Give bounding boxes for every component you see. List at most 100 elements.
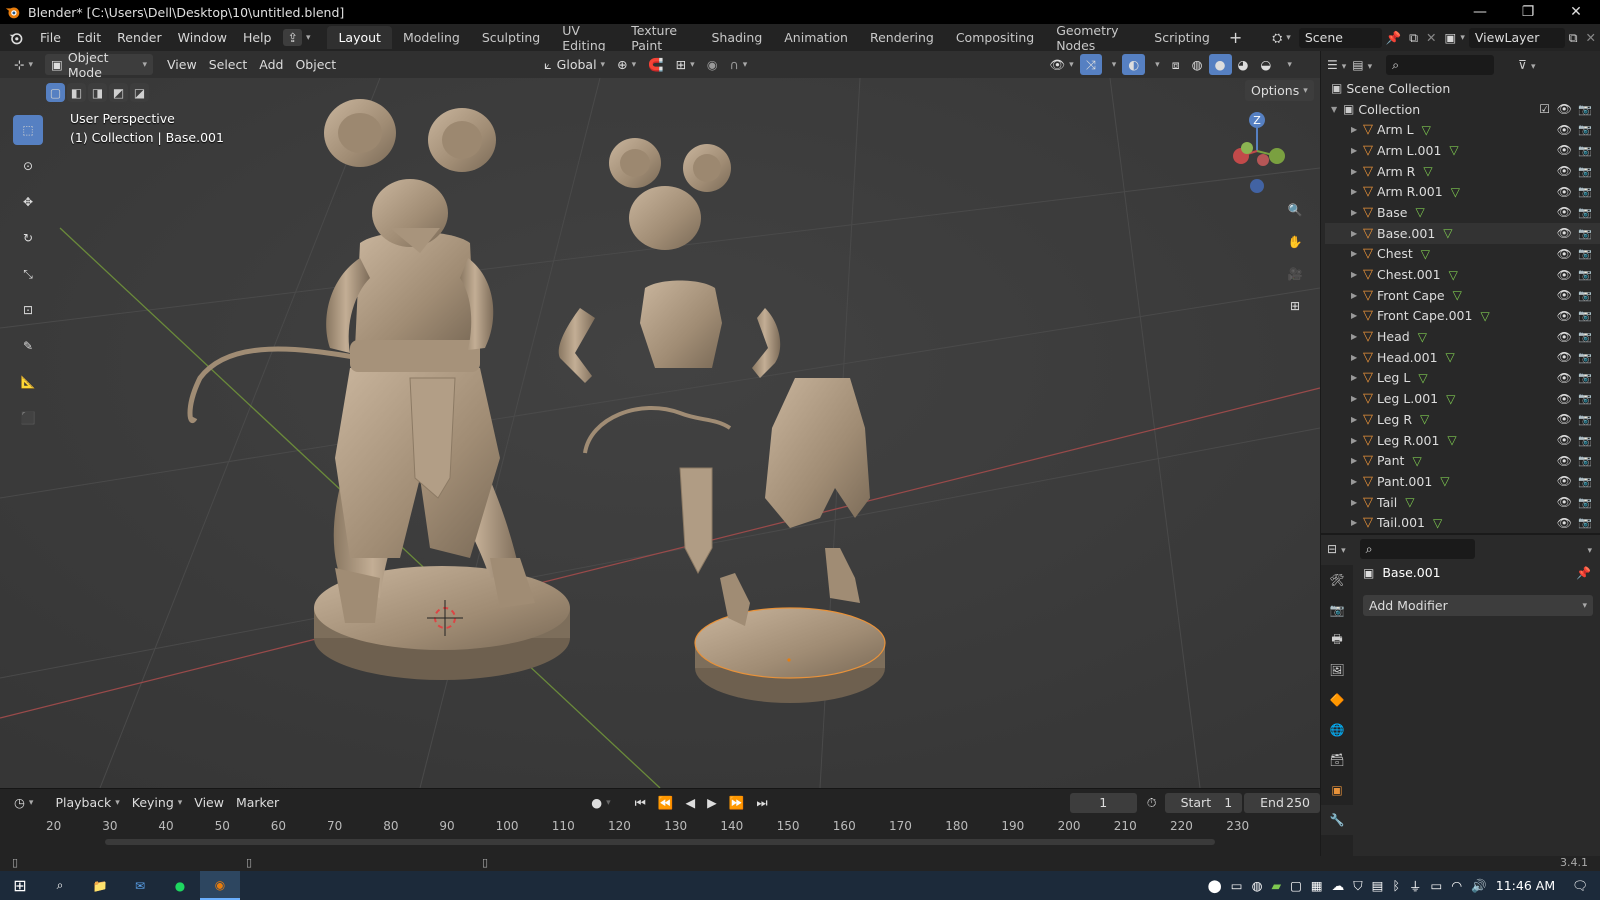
outliner-item[interactable]: ▶ ▽ Arm R.001 ▽ 👁 📷 — [1325, 181, 1600, 202]
outliner-item[interactable]: ▶ ▽ Arm R ▽ 👁 📷 — [1325, 161, 1600, 182]
scene-name-field[interactable]: Scene — [1298, 27, 1382, 48]
tab-compositing[interactable]: Compositing — [945, 26, 1045, 49]
menu-timeline-view[interactable]: View — [188, 792, 230, 813]
properties-options-icon[interactable]: ▾ — [1583, 542, 1592, 556]
gizmo-dropdown-icon[interactable]: ▾ — [1102, 54, 1123, 75]
render-camera-icon[interactable]: 📷 — [1578, 268, 1592, 281]
eye-icon[interactable]: 👁 — [1557, 164, 1572, 178]
pivot-point-icon[interactable]: ⊕ ▾ — [611, 54, 642, 75]
render-camera-icon[interactable]: 📷 — [1578, 496, 1592, 509]
expand-arrow-icon[interactable]: ▶ — [1351, 270, 1363, 279]
prev-keyframe-icon[interactable]: ⏪ — [652, 792, 680, 813]
minimize-button[interactable]: — — [1456, 0, 1504, 24]
blender-menu-icon[interactable] — [0, 24, 32, 51]
outliner-item[interactable]: ▶ ▽ Leg L ▽ 👁 📷 — [1325, 368, 1600, 389]
delete-view-layer-icon[interactable]: ✕ — [1582, 24, 1600, 51]
expand-arrow-icon[interactable]: ▶ — [1351, 518, 1363, 527]
render-tab-icon[interactable]: 📷 — [1321, 595, 1353, 625]
render-camera-icon[interactable]: 📷 — [1578, 227, 1592, 240]
render-camera-icon[interactable]: 📷 — [1578, 289, 1592, 302]
outliner-item[interactable]: ▶ ▽ Tail.001 ▽ 👁 📷 — [1325, 512, 1600, 533]
current-frame-field[interactable]: 1 — [1069, 792, 1137, 813]
outliner-item[interactable]: ▶ ▽ Arm L ▽ 👁 📷 — [1325, 119, 1600, 140]
outliner-item[interactable]: ▶ ▽ Pant.001 ▽ 👁 📷 — [1325, 471, 1600, 492]
select-invert-icon[interactable]: ◩ — [109, 83, 128, 102]
outliner-item[interactable]: ▶ ▽ Leg L.001 ▽ 👁 📷 — [1325, 388, 1600, 409]
scale-tool-icon[interactable]: ⤡ — [13, 259, 43, 289]
eye-icon[interactable]: 👁 — [1557, 247, 1572, 261]
tab-scripting[interactable]: Scripting — [1143, 26, 1221, 49]
timeline-scrollbar[interactable] — [105, 839, 1215, 845]
eye-icon[interactable]: 👁 — [1557, 454, 1572, 468]
add-workspace-icon[interactable]: + — [1221, 24, 1250, 51]
tray-cloud-icon[interactable]: ☁ — [1332, 878, 1345, 893]
expand-arrow-icon[interactable]: ▶ — [1351, 373, 1363, 382]
menu-object[interactable]: Object — [289, 54, 342, 75]
collection-row[interactable]: ▼ ▣ Collection ☑ 👁 📷 — [1325, 99, 1600, 120]
gizmo-toggle-icon[interactable]: ⤨ — [1079, 54, 1102, 75]
record-icon[interactable]: ● ▾ — [585, 792, 616, 813]
mesh-data-icon[interactable]: ▽ — [1449, 268, 1458, 282]
render-camera-icon[interactable]: 📷 — [1578, 330, 1592, 343]
mesh-data-icon[interactable]: ▽ — [1480, 309, 1489, 323]
tab-texture-paint[interactable]: Texture Paint — [620, 23, 700, 53]
wifi-icon[interactable]: ◠ — [1451, 878, 1462, 893]
eye-icon[interactable]: 👁 — [1557, 185, 1572, 199]
notifications-icon[interactable]: 🗨 — [1572, 878, 1588, 894]
visibility-icon[interactable]: 👁 ▾ — [1043, 54, 1079, 75]
new-view-layer-icon[interactable]: ⧉ — [1565, 24, 1582, 51]
shading-material-icon[interactable]: ◕ — [1232, 54, 1255, 75]
tab-sculpting[interactable]: Sculpting — [471, 26, 551, 49]
start-frame-field[interactable]: Start 1 — [1164, 792, 1243, 813]
menu-window[interactable]: Window — [170, 24, 235, 51]
world-tab-icon[interactable]: 🌐 — [1321, 715, 1353, 745]
view-layer-tab-icon[interactable]: 🖼 — [1321, 655, 1353, 685]
shading-solid-icon[interactable]: ● — [1208, 54, 1232, 75]
render-camera-icon[interactable]: 📷 — [1578, 475, 1592, 488]
close-button[interactable]: ✕ — [1552, 0, 1600, 24]
mesh-data-icon[interactable]: ▽ — [1433, 516, 1442, 530]
eye-icon[interactable]: 👁 — [1557, 516, 1572, 530]
select-new-icon[interactable]: ▢ — [46, 83, 65, 102]
render-camera-icon[interactable]: 📷 — [1578, 165, 1592, 178]
camera-view-icon[interactable]: 🎥 — [1283, 262, 1307, 286]
render-camera-icon[interactable]: 📷 — [1578, 351, 1592, 364]
tray-shield-icon[interactable]: ⛉ — [1353, 878, 1362, 894]
outliner-search-input[interactable]: ⌕ — [1386, 54, 1495, 75]
tab-modeling[interactable]: Modeling — [392, 26, 471, 49]
expand-arrow-icon[interactable]: ▶ — [1351, 187, 1363, 196]
expand-arrow-icon[interactable]: ▶ — [1351, 353, 1363, 362]
transform-tool-icon[interactable]: ⊡ — [13, 295, 43, 325]
menu-view[interactable]: View — [161, 54, 203, 75]
render-camera-icon[interactable]: 📷 — [1578, 516, 1592, 529]
tray-bluetooth-icon[interactable]: ᛒ — [1392, 878, 1400, 893]
output-tab-icon[interactable]: 🖶 — [1321, 625, 1353, 655]
expand-arrow-icon[interactable]: ▶ — [1351, 229, 1363, 238]
render-camera-icon[interactable]: 📷 — [1578, 247, 1592, 260]
render-camera-icon[interactable]: 📷 — [1578, 454, 1592, 467]
add-modifier-dropdown[interactable]: Add Modifier ▾ — [1363, 595, 1593, 616]
xray-toggle-icon[interactable]: ⧈ — [1166, 54, 1186, 75]
tab-animation[interactable]: Animation — [773, 26, 859, 49]
search-icon[interactable]: ⌕ — [40, 871, 80, 900]
eye-icon[interactable]: 👁 — [1557, 102, 1572, 116]
options-dropdown[interactable]: Options ▾ — [1245, 80, 1314, 101]
mesh-data-icon[interactable]: ▽ — [1421, 247, 1430, 261]
render-camera-icon[interactable]: 📷 — [1578, 309, 1592, 322]
eye-icon[interactable]: 👁 — [1557, 433, 1572, 447]
mesh-data-icon[interactable]: ▽ — [1443, 226, 1452, 240]
select-box-tool-icon[interactable]: ⬚ — [13, 115, 43, 145]
timeline-editor-icon[interactable]: ◷ ▾ — [8, 792, 39, 813]
mesh-data-icon[interactable]: ▽ — [1446, 392, 1455, 406]
render-camera-icon[interactable]: 📷 — [1578, 206, 1592, 219]
move-tool-icon[interactable]: ✥ — [13, 187, 43, 217]
delete-scene-icon[interactable]: ✕ — [1422, 24, 1440, 51]
select-subtract-icon[interactable]: ◨ — [88, 83, 107, 102]
properties-editor-icon[interactable]: ⊟ ▾ — [1327, 542, 1346, 556]
expand-arrow-icon[interactable]: ▶ — [1351, 415, 1363, 424]
mesh-data-icon[interactable]: ▽ — [1453, 288, 1462, 302]
mesh-data-icon[interactable]: ▽ — [1418, 330, 1427, 344]
view-layer-field[interactable]: ViewLayer — [1468, 27, 1565, 48]
select-extend-icon[interactable]: ◧ — [67, 83, 86, 102]
base-001-object[interactable] — [694, 607, 886, 703]
